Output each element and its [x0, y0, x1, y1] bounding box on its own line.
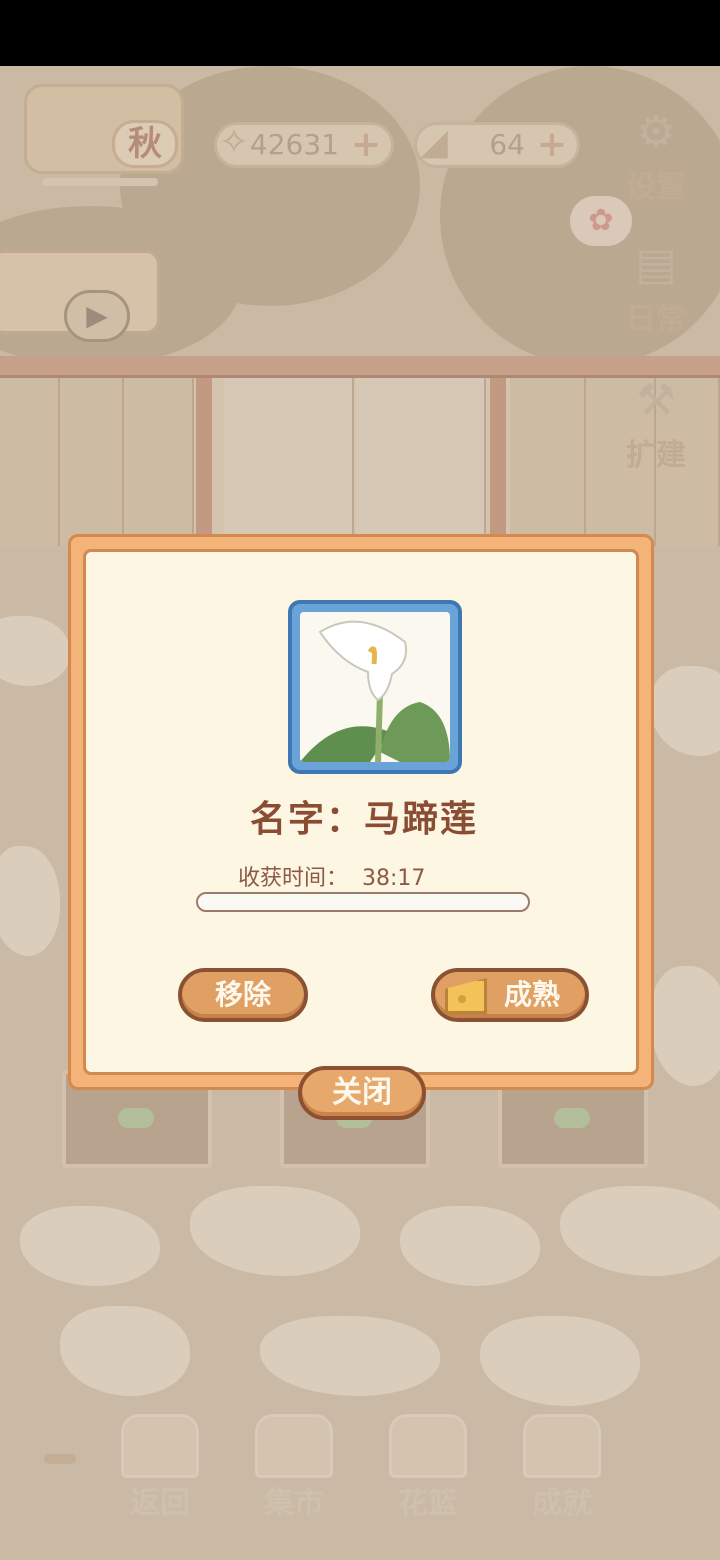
- plant-name: 名字：马蹄莲: [249, 799, 478, 840]
- cheese-icon: [445, 978, 487, 1014]
- close-button[interactable]: 关闭: [298, 1066, 426, 1120]
- status-bar: [0, 0, 720, 66]
- ripen-button[interactable]: 成熟: [431, 968, 589, 1022]
- close-label: 关闭: [332, 1075, 392, 1110]
- plant-info-dialog: 名字：马蹄莲 收获时间： 38:17 移除 成熟: [68, 534, 654, 1090]
- remove-label: 移除: [214, 978, 271, 1011]
- calla-lily-icon: [300, 612, 450, 762]
- harvest-time-row: 收获时间： 38:17: [238, 860, 425, 892]
- ripen-label: 成熟: [503, 978, 560, 1011]
- dialog-panel: 名字：马蹄莲 收获时间： 38:17 移除 成熟: [83, 549, 639, 1075]
- calla-lily-image: [300, 612, 450, 762]
- remove-button[interactable]: 移除: [178, 968, 308, 1022]
- harvest-time-label: 收获时间：: [238, 866, 349, 891]
- harvest-time-value: 38:17: [362, 866, 426, 891]
- growth-progress-bar: [196, 892, 530, 912]
- plant-image-frame: [288, 600, 462, 774]
